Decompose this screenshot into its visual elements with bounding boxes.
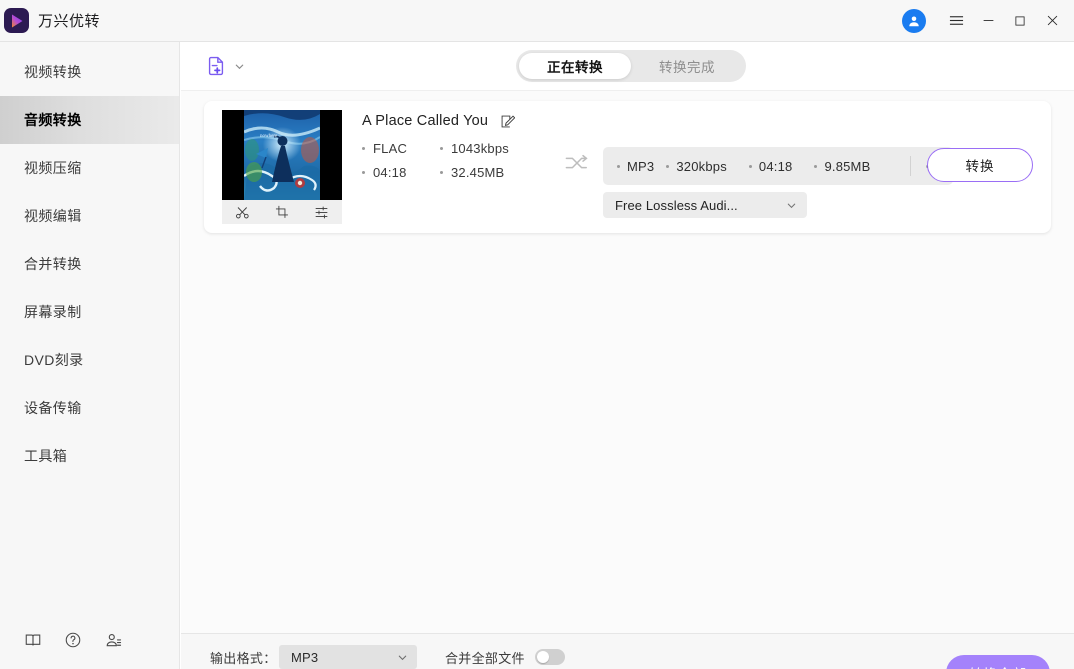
- file-list: nowhere: [181, 90, 1074, 633]
- convert-all-button[interactable]: 转换全部: [946, 655, 1050, 669]
- file-name: A Place Called You: [362, 113, 488, 129]
- convert-button[interactable]: 转换: [927, 148, 1033, 182]
- merge-files-toggle[interactable]: [535, 649, 565, 665]
- thumbnail-tools: [222, 200, 342, 224]
- target-duration: 04:18: [749, 159, 793, 174]
- filename-row: A Place Called You: [362, 113, 557, 129]
- target-format: MP3: [617, 159, 654, 174]
- sidebar-item-audio-convert[interactable]: 音频转换: [0, 96, 179, 144]
- target-size: 9.85MB: [814, 159, 870, 174]
- target-column: MP3 320kbps 04:18 9.85MB: [603, 101, 953, 233]
- sidebar-item-video-convert[interactable]: 视频转换: [0, 48, 179, 96]
- chevron-down-icon: [234, 61, 245, 72]
- help-circle-icon[interactable]: [53, 620, 93, 660]
- target-metadata: MP3 320kbps 04:18 9.85MB: [603, 147, 953, 185]
- sidebar-item-merge-convert[interactable]: 合并转换: [0, 240, 179, 288]
- sidebar-item-dvd-burn[interactable]: DVD刻录: [0, 336, 179, 384]
- sidebar-nav: 视频转换 音频转换 视频压缩 视频编辑 合并转换 屏幕录制 DVD刻录 设备传输…: [0, 42, 179, 480]
- merge-files-label: 合并全部文件: [445, 648, 525, 667]
- book-icon[interactable]: [13, 620, 53, 660]
- tab-converted[interactable]: 转换完成: [631, 53, 743, 79]
- source-bitrate: 1043kbps: [440, 141, 557, 156]
- sidebar-item-label: 合并转换: [24, 254, 82, 274]
- source-size: 32.45MB: [440, 165, 557, 180]
- add-file-button[interactable]: [205, 55, 245, 77]
- app-window: 万兴优转: [0, 0, 1074, 669]
- sidebar-item-toolbox[interactable]: 工具箱: [0, 432, 179, 480]
- shuffle-arrows-icon: [565, 101, 589, 233]
- main-content: 正在转换 转换完成: [181, 42, 1074, 669]
- scissors-icon[interactable]: [235, 205, 250, 220]
- output-format-row: 输出格式： MP3 合并全部文件: [210, 645, 565, 669]
- sidebar: 视频转换 音频转换 视频压缩 视频编辑 合并转换 屏幕录制 DVD刻录 设备传输…: [0, 42, 180, 669]
- community-users-icon[interactable]: [93, 620, 133, 660]
- source-duration: 04:18: [362, 165, 440, 180]
- thumbnail-container: nowhere: [222, 110, 342, 224]
- output-format-label: 输出格式：: [210, 648, 279, 667]
- sidebar-item-label: 屏幕录制: [24, 302, 82, 322]
- user-avatar-icon[interactable]: [902, 9, 926, 33]
- sidebar-item-label: 工具箱: [24, 446, 67, 466]
- sidebar-item-label: 设备传输: [24, 398, 82, 418]
- chevron-down-icon: [397, 652, 408, 663]
- sidebar-item-screen-record[interactable]: 屏幕录制: [0, 288, 179, 336]
- svg-text:nowhere: nowhere: [260, 134, 278, 139]
- source-metadata: FLAC 1043kbps 04:18 32.45MB: [362, 141, 557, 180]
- output-format-select[interactable]: MP3: [279, 645, 417, 669]
- bottom-bar: 输出格式： MP3 合并全部文件 输出文件夹： E:\万兴优转\转换完成: [181, 633, 1074, 669]
- file-card: nowhere: [204, 101, 1051, 233]
- sidebar-item-label: 视频转换: [24, 62, 82, 82]
- sidebar-item-device-transfer[interactable]: 设备传输: [0, 384, 179, 432]
- title-bar: 万兴优转: [0, 0, 1074, 42]
- tab-converting[interactable]: 正在转换: [519, 53, 631, 79]
- sidebar-item-label: 音频转换: [24, 110, 82, 130]
- status-tabs: 正在转换 转换完成: [516, 50, 746, 82]
- sidebar-item-label: 视频压缩: [24, 158, 82, 178]
- window-controls: [902, 0, 1074, 42]
- sidebar-item-label: 视频编辑: [24, 206, 82, 226]
- edit-pencil-icon[interactable]: [500, 114, 515, 129]
- app-title: 万兴优转: [38, 10, 100, 31]
- crop-icon[interactable]: [275, 205, 289, 219]
- minimize-icon[interactable]: [972, 0, 1004, 42]
- add-file-icon: [205, 55, 227, 77]
- sidebar-footer: [0, 611, 180, 669]
- app-logo-icon: [4, 8, 29, 33]
- close-icon[interactable]: [1036, 0, 1068, 42]
- content-toolbar: 正在转换 转换完成: [181, 42, 1074, 90]
- hamburger-menu-icon[interactable]: [940, 0, 972, 42]
- target-bitrate: 320kbps: [666, 159, 727, 174]
- album-cover-art[interactable]: nowhere: [222, 110, 342, 200]
- sidebar-item-video-edit[interactable]: 视频编辑: [0, 192, 179, 240]
- output-format-value: MP3: [291, 650, 397, 665]
- sidebar-item-label: DVD刻录: [24, 350, 84, 370]
- maximize-icon[interactable]: [1004, 0, 1036, 42]
- effects-sliders-icon[interactable]: [314, 205, 329, 220]
- sidebar-item-video-compress[interactable]: 视频压缩: [0, 144, 179, 192]
- chevron-down-icon: [786, 200, 797, 211]
- toggle-knob: [537, 651, 549, 663]
- preset-value: Free Lossless Audi...: [615, 198, 786, 213]
- preset-dropdown[interactable]: Free Lossless Audi...: [603, 192, 807, 218]
- file-info: A Place Called You FLAC 1043kbps 04:18: [362, 101, 557, 233]
- source-format: FLAC: [362, 141, 440, 156]
